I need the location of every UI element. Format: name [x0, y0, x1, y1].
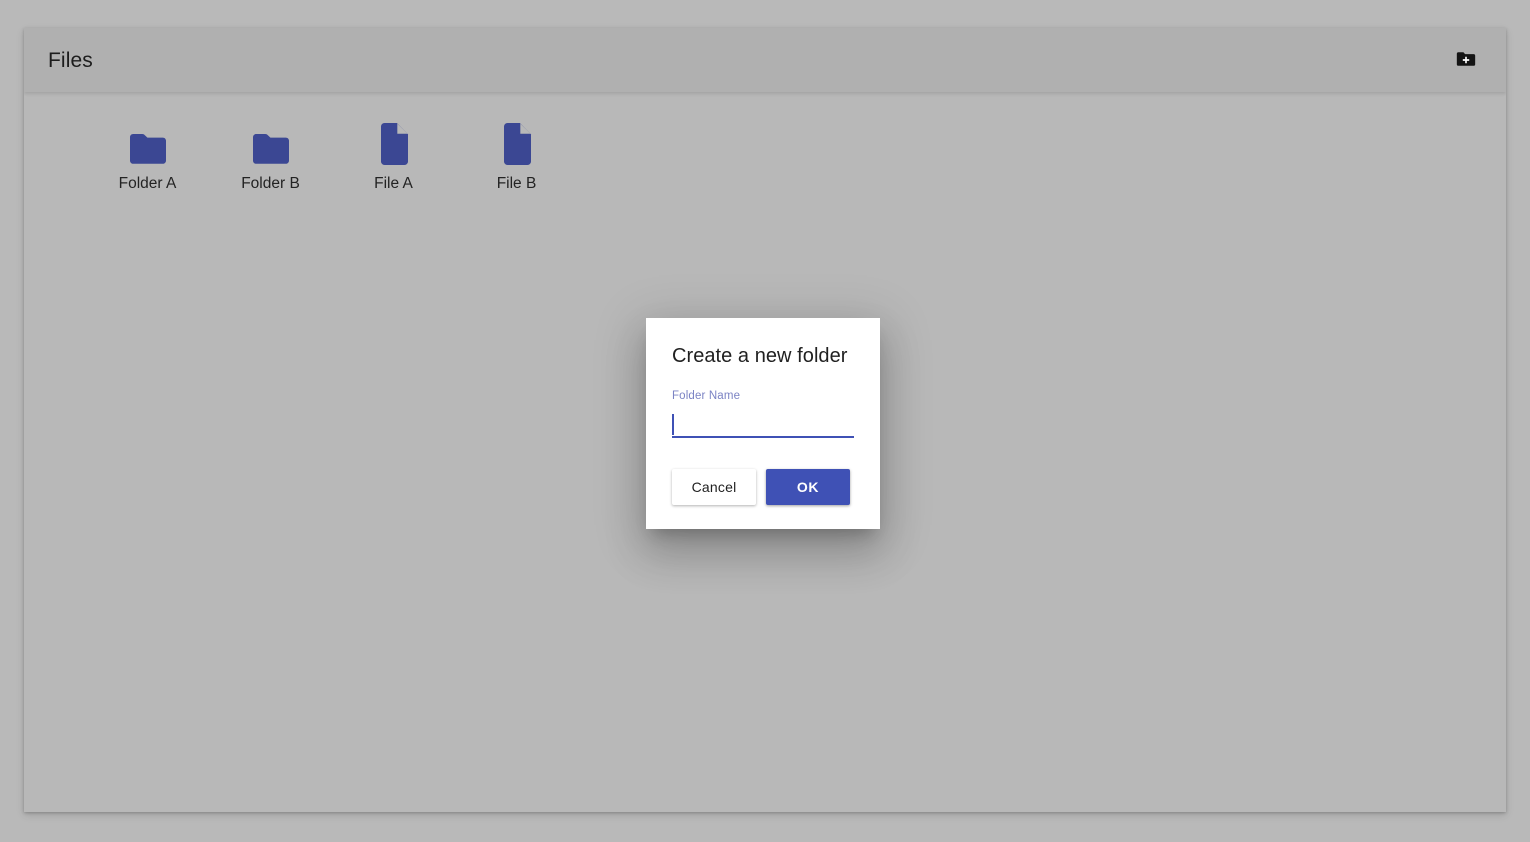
page-title: Files — [48, 48, 93, 72]
file-grid: Folder A Folder B File A File B — [24, 114, 1506, 194]
toolbar-actions — [1446, 40, 1486, 80]
app-toolbar: Files — [24, 28, 1506, 92]
file-item-folder-a[interactable]: Folder A — [86, 114, 209, 194]
folder-name-input-wrap[interactable] — [672, 413, 854, 438]
folder-icon — [128, 120, 168, 166]
cancel-button[interactable]: Cancel — [672, 468, 756, 505]
folder-name-field: Folder Name — [672, 390, 854, 438]
text-cursor — [672, 413, 674, 435]
file-item-label: File A — [374, 175, 413, 192]
folder-name-label: Folder Name — [672, 390, 741, 402]
file-item-label: Folder A — [118, 175, 177, 192]
dialog-title: Create a new folder — [672, 345, 848, 367]
create-folder-dialog: Create a new folder Folder Name Cancel O… — [646, 318, 880, 529]
file-item-label: File B — [496, 175, 537, 192]
file-item-folder-b[interactable]: Folder B — [209, 114, 332, 194]
file-item-label: Folder B — [241, 175, 300, 192]
create-new-folder-icon — [1455, 48, 1477, 73]
folder-name-input[interactable] — [672, 413, 854, 436]
ok-button[interactable]: OK — [766, 468, 850, 505]
file-item-file-a[interactable]: File A — [332, 114, 455, 194]
file-item-file-b[interactable]: File B — [455, 114, 578, 194]
folder-icon — [251, 120, 291, 166]
file-icon — [377, 120, 411, 166]
create-new-folder-button[interactable] — [1446, 40, 1486, 80]
dialog-actions: Cancel OK — [672, 467, 854, 505]
file-icon — [500, 120, 534, 166]
